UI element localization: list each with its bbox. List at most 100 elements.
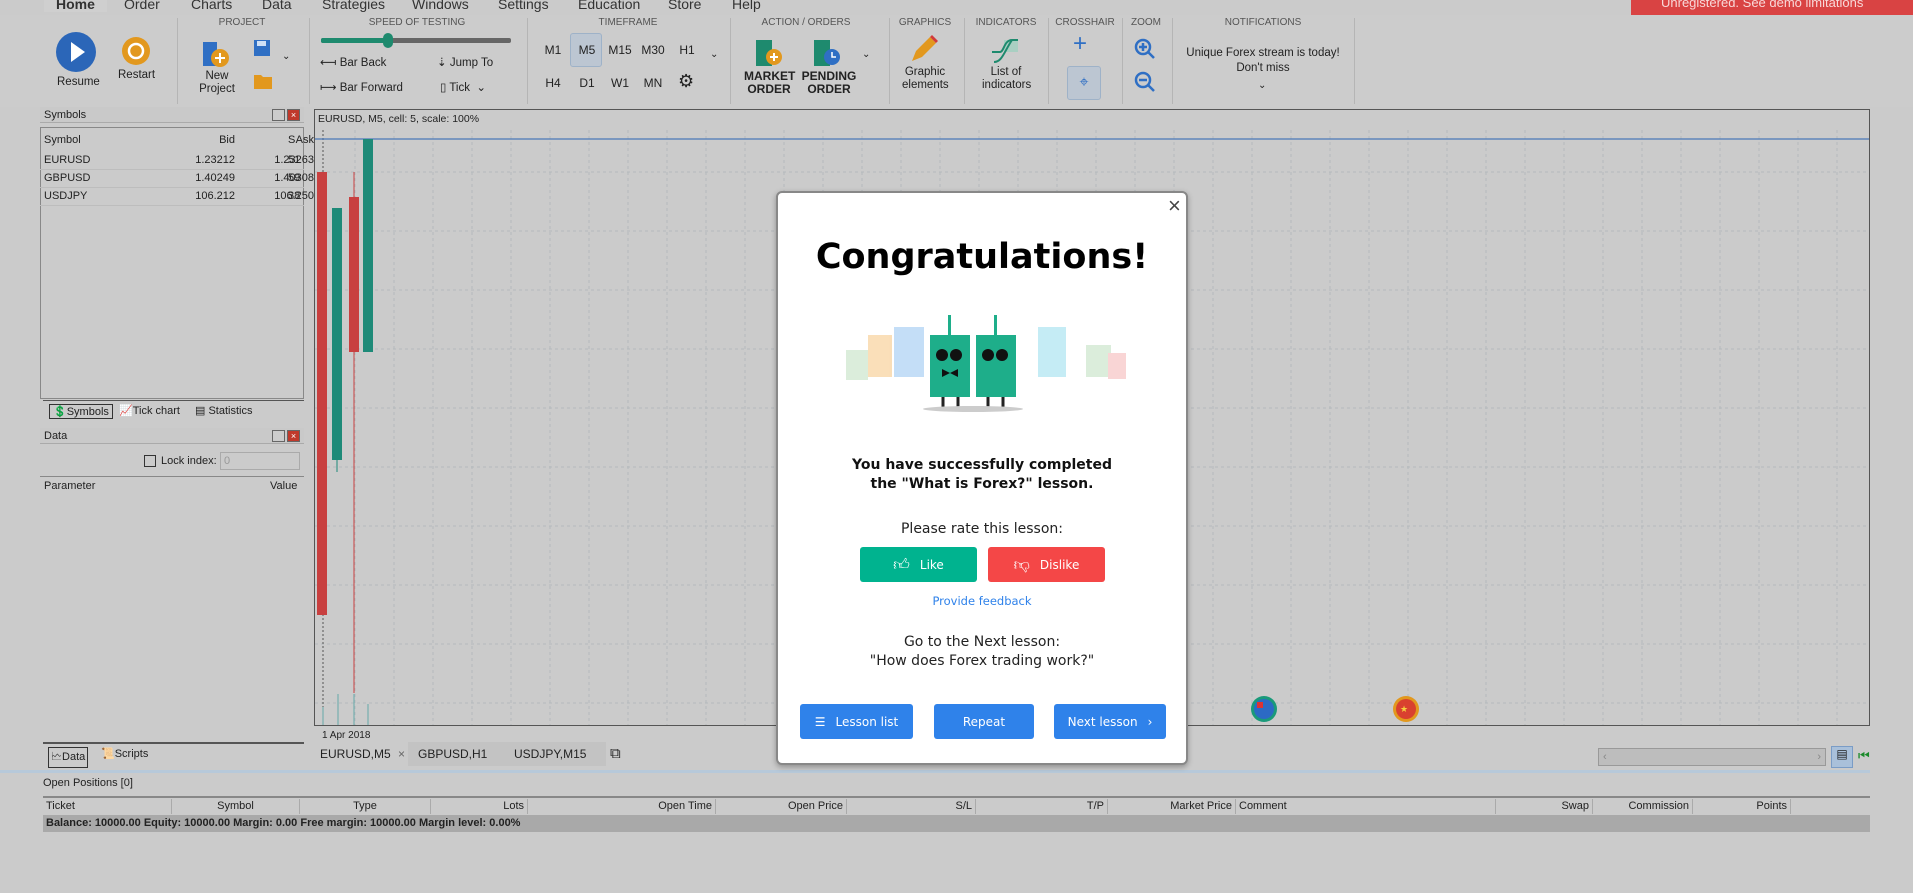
chart-tab-eurusd-m5[interactable]: EURUSD,M5 ×	[314, 742, 408, 766]
bar-forward-button[interactable]: ⟼ Bar Forward	[320, 82, 403, 95]
indicator-curve-icon	[992, 39, 1018, 63]
column-header-type[interactable]: Type	[300, 799, 431, 814]
menu-tab-windows[interactable]: Windows	[412, 0, 469, 12]
tab-scripts[interactable]: 📜Scripts	[101, 747, 148, 760]
menu-tab-data[interactable]: Data	[262, 0, 292, 12]
timeframe-settings-gear-icon[interactable]: ⚙	[678, 71, 694, 92]
menu-tab-education[interactable]: Education	[578, 0, 640, 12]
dislike-button[interactable]: 👎︎ Dislike	[988, 547, 1105, 582]
restore-window-icon[interactable]	[272, 109, 285, 121]
menu-tab-strategies[interactable]: Strategies	[322, 0, 385, 12]
close-window-icon[interactable]: ×	[287, 109, 300, 121]
save-icon[interactable]	[253, 39, 271, 57]
column-header-open-price[interactable]: Open Price	[716, 799, 847, 814]
repeat-button[interactable]: Repeat	[934, 704, 1034, 739]
lesson-list-button[interactable]: ☰ Lesson list	[800, 704, 913, 739]
australia-flag-event-icon[interactable]	[1250, 695, 1278, 723]
symbol-name: GBPUSD	[44, 172, 91, 184]
menu-tab-order[interactable]: Order	[124, 0, 160, 12]
rate-prompt: Please rate this lesson:	[900, 521, 1063, 537]
chart-tab-gbpusd-h1[interactable]: GBPUSD,H1	[418, 742, 487, 766]
provide-feedback-link[interactable]: Provide feedback	[778, 594, 1186, 608]
column-header-ask[interactable]: Ask	[220, 134, 314, 146]
column-header-parameter[interactable]: Parameter	[44, 480, 95, 492]
new-project-label: New Project	[199, 70, 235, 95]
zoom-in-icon[interactable]	[1134, 38, 1156, 60]
next-lesson-button[interactable]: Next lesson ›	[1054, 704, 1166, 739]
crosshair-icon[interactable]: +	[1073, 32, 1087, 56]
data-panel: Data × Lock index: 0 Parameter Value	[40, 428, 304, 740]
symbol-row[interactable]: GBPUSD 1.40249 1.40308 59	[40, 170, 314, 188]
data-panel-tabs: 🗠Data 📜Scripts	[43, 742, 304, 768]
timeframe-m15[interactable]: M15	[608, 43, 631, 57]
tile-windows-icon[interactable]: ⧉	[610, 745, 621, 762]
notifications-chevron-icon[interactable]: ⌄	[1258, 80, 1266, 91]
column-header-symbol[interactable]: Symbol	[172, 799, 300, 814]
symbol-row[interactable]: EURUSD 1.23212 1.23263 51	[40, 152, 314, 170]
speed-slider-handle[interactable]	[382, 33, 393, 48]
timeframe-w1[interactable]: W1	[611, 76, 629, 90]
restore-window-icon[interactable]	[272, 430, 285, 442]
menu-tab-home[interactable]: Home	[44, 0, 107, 12]
chart-info-label: EURUSD, M5, cell: 5, scale: 100%	[318, 113, 480, 125]
tab-tick-chart[interactable]: 📈Tick chart	[119, 404, 180, 417]
column-header-lots[interactable]: Lots	[431, 799, 528, 814]
column-header-spread[interactable]: S	[288, 134, 295, 146]
column-header-ticket[interactable]: Ticket	[43, 799, 172, 814]
close-tab-icon[interactable]: ×	[398, 747, 405, 761]
column-header-open-time[interactable]: Open Time	[528, 799, 716, 814]
timeframe-mn[interactable]: MN	[644, 76, 663, 90]
column-header-swap[interactable]: Swap	[1496, 799, 1593, 814]
symbol-row[interactable]: USDJPY 106.212 106.250 38	[40, 188, 314, 206]
thumbs-down-icon: 👎︎	[1013, 554, 1030, 574]
unregistered-banner[interactable]: Unregistered. See demo limitations	[1631, 0, 1913, 15]
lock-index-checkbox[interactable]	[144, 455, 156, 467]
timeframe-more-chevron-icon[interactable]: ⌄	[710, 49, 718, 60]
like-button[interactable]: 👍︎ Like	[860, 547, 977, 582]
timeframe-m30[interactable]: M30	[641, 43, 664, 57]
menu-tab-charts[interactable]: Charts	[191, 0, 232, 12]
column-header-s-l[interactable]: S/L	[847, 799, 976, 814]
orders-more-chevron-icon[interactable]: ⌄	[862, 49, 870, 60]
timeframe-h1[interactable]: H1	[679, 43, 694, 57]
zoom-out-icon[interactable]	[1134, 71, 1156, 93]
new-project-icon	[203, 42, 229, 67]
column-header-points[interactable]: Points	[1693, 799, 1791, 814]
column-header-t-p[interactable]: T/P	[976, 799, 1108, 814]
open-folder-icon[interactable]	[253, 72, 273, 90]
menu-tab-settings[interactable]: Settings	[498, 0, 549, 12]
jump-to-button[interactable]: ⇣ Jump To	[437, 57, 493, 70]
bar-back-button[interactable]: ⟻ Bar Back	[320, 57, 386, 70]
chart-tab-usdjpy-m15[interactable]: USDJPY,M15	[514, 742, 586, 766]
close-dialog-button[interactable]: ×	[1168, 193, 1181, 219]
menu-tab-store[interactable]: Store	[668, 0, 701, 12]
project-more-chevron-icon[interactable]: ⌄	[282, 51, 290, 62]
column-header-commission[interactable]: Commission	[1593, 799, 1693, 814]
column-header-value[interactable]: Value	[270, 480, 297, 492]
column-header-comment[interactable]: Comment	[1236, 799, 1496, 814]
china-flag-event-icon[interactable]: ★	[1392, 695, 1420, 723]
spread: 59	[288, 172, 301, 184]
indicators-group-header: INDICATORS	[975, 17, 1037, 28]
timeframe-h4[interactable]: H4	[545, 76, 560, 90]
timeframe-d1[interactable]: D1	[579, 76, 594, 90]
completion-message: You have successfully completed	[852, 457, 1112, 473]
timeframe-m5[interactable]: M5	[579, 43, 596, 57]
chart-list-icon[interactable]: ▤	[1831, 746, 1853, 768]
candle-body	[317, 172, 327, 615]
go-to-start-icon[interactable]: ⏮	[1858, 748, 1870, 764]
chart-horizontal-scrollbar[interactable]: ‹ ›	[1598, 748, 1826, 766]
menu-tab-help[interactable]: Help	[732, 0, 761, 12]
close-window-icon[interactable]: ×	[287, 430, 300, 442]
tick-dropdown[interactable]: ▯ Tick ⌄	[440, 82, 486, 95]
pencil-icon	[912, 35, 938, 61]
tab-symbols[interactable]: 💲Symbols	[49, 404, 113, 419]
lock-index-input[interactable]: 0	[220, 452, 300, 470]
timeframe-m1[interactable]: M1	[545, 43, 562, 57]
speed-slider[interactable]	[321, 33, 511, 48]
tab-statistics[interactable]: ▤ Statistics	[195, 404, 252, 417]
column-header-market-price[interactable]: Market Price	[1108, 799, 1236, 814]
column-header-symbol[interactable]: Symbol	[44, 134, 81, 146]
tab-data[interactable]: 🗠Data	[48, 747, 89, 768]
crosshair-magnet-icon[interactable]: ⌖	[1067, 66, 1101, 100]
